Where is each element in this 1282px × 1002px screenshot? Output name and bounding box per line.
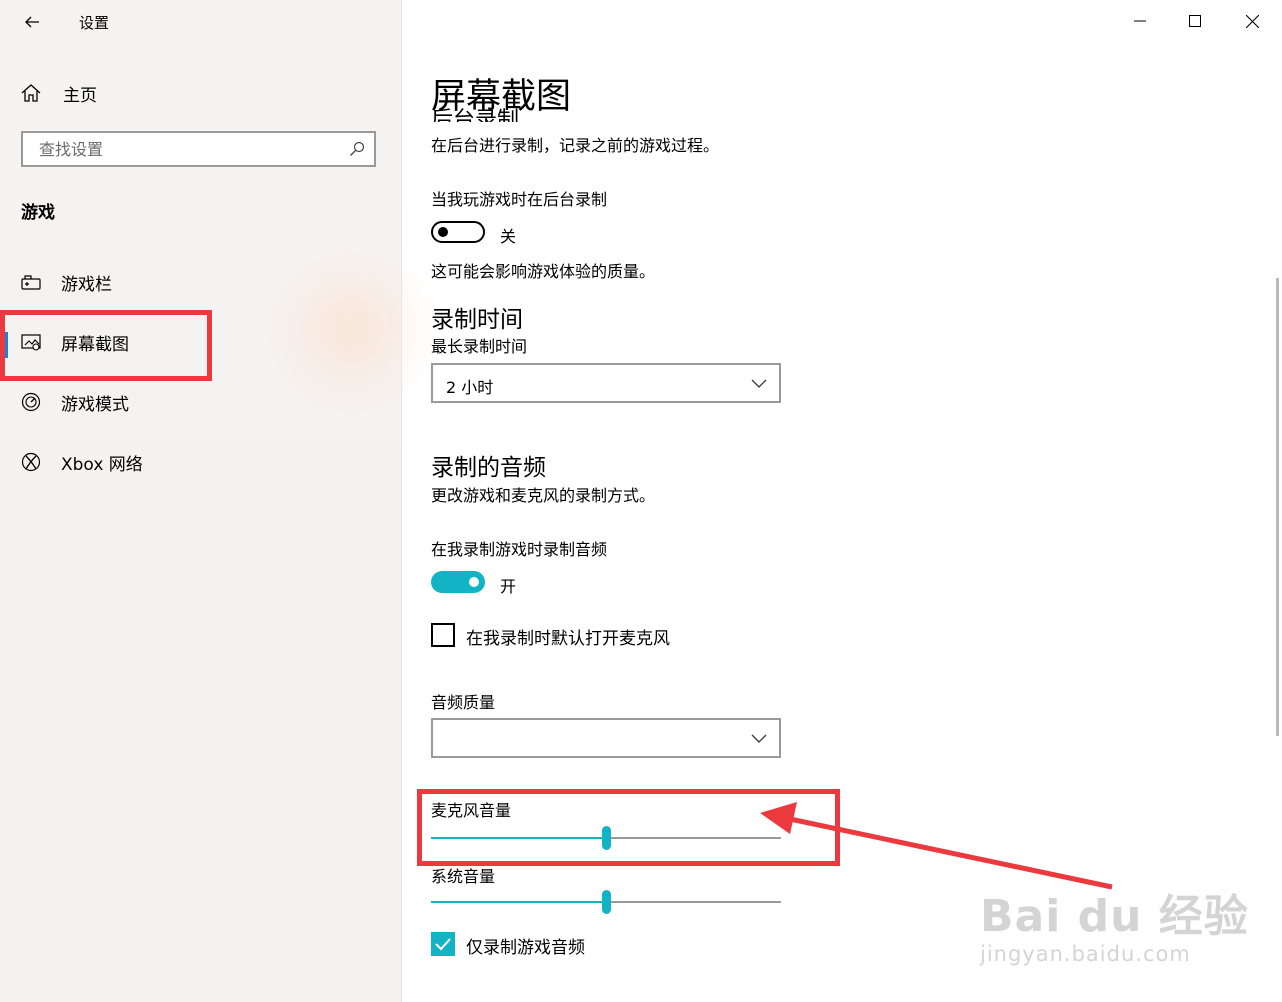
annotation-arrow — [760, 802, 1113, 890]
watermark: Bai du 经验 jingyan.baidu.com — [980, 891, 1249, 966]
